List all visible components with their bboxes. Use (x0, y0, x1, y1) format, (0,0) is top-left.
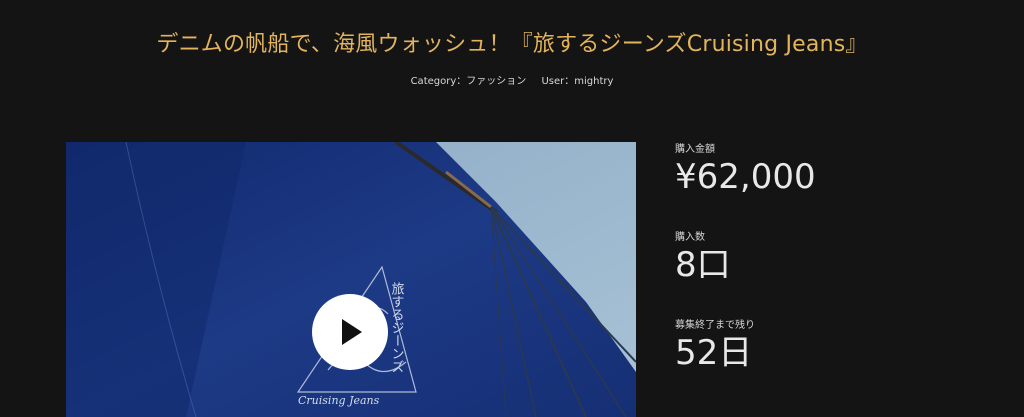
stat-amount: 購入金額 ¥62,000 (675, 140, 816, 228)
logo-title-text: 旅するジーンズ (389, 282, 405, 373)
logo-subtitle-text: Cruising Jeans (298, 394, 380, 407)
play-icon (342, 319, 362, 345)
stat-remaining: 募集終了まで残り 52日 (675, 316, 816, 404)
stat-label: 購入金額 (675, 144, 715, 155)
stat-value: 8口 (675, 245, 731, 285)
stat-value: 52日 (675, 333, 753, 373)
stat-label: 購入数 (675, 232, 705, 243)
play-button[interactable] (312, 294, 388, 370)
category-label[interactable]: Category：ファッション (411, 76, 527, 87)
user-label[interactable]: User：mightry (541, 76, 613, 87)
video-thumbnail: 旅するジーンズ Cruising Jeans (66, 142, 636, 417)
stat-count: 購入数 8口 (675, 228, 816, 316)
project-meta: Category：ファッション User：mightry (0, 72, 1024, 87)
stat-value: ¥62,000 (675, 157, 816, 197)
project-stats: 購入金額 ¥62,000 購入数 8口 募集終了まで残り 52日 (675, 140, 816, 404)
stat-label: 募集終了まで残り (675, 320, 755, 331)
project-title: デニムの帆船で、海風ウォッシュ！『旅するジーンズCruising Jeans』 (156, 32, 868, 57)
project-page: デニムの帆船で、海風ウォッシュ！『旅するジーンズCruising Jeans』 … (0, 0, 1024, 417)
project-video[interactable]: 旅するジーンズ Cruising Jeans (66, 142, 636, 417)
